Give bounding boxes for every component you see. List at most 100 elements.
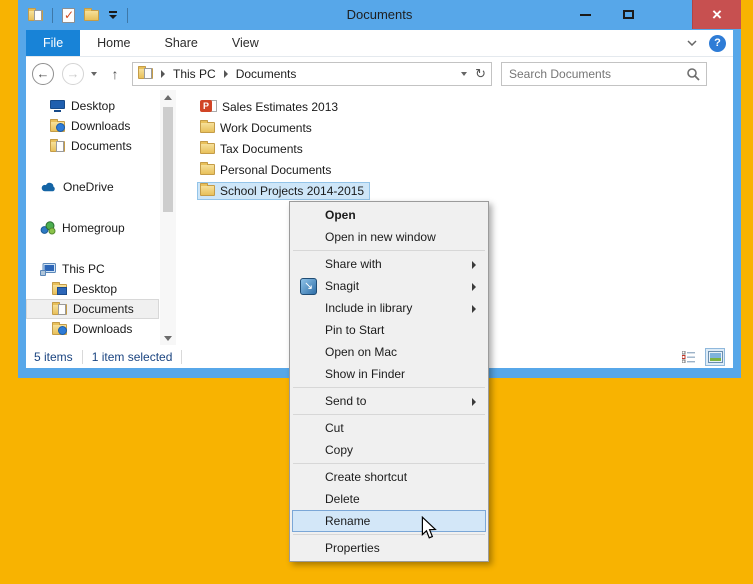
- sidebar-item-homegroup[interactable]: Homegroup: [26, 218, 159, 238]
- sidebar-item-this-pc[interactable]: This PC: [26, 259, 159, 279]
- file-row: Personal Documents: [197, 159, 733, 180]
- folder-school-projects[interactable]: School Projects 2014-2015: [197, 181, 371, 200]
- computer-icon: [40, 262, 56, 276]
- folder-personal-documents[interactable]: Personal Documents: [197, 161, 337, 179]
- folder-document-icon: [52, 301, 67, 315]
- tab-share[interactable]: Share: [148, 30, 215, 56]
- file-row: Work Documents: [197, 117, 733, 138]
- nav-scrollbar[interactable]: [160, 90, 176, 345]
- sidebar-item-pc-downloads[interactable]: Downloads: [26, 319, 159, 339]
- details-view-button[interactable]: [679, 348, 699, 366]
- menu-item-open-on-mac[interactable]: Open on Mac: [292, 341, 486, 363]
- folder-icon: [200, 183, 215, 196]
- breadcrumb-this-pc[interactable]: This PC: [173, 67, 216, 81]
- minimize-button[interactable]: [570, 0, 600, 29]
- menu-item-rename[interactable]: Rename: [292, 510, 486, 532]
- submenu-arrow-icon: [472, 398, 476, 406]
- status-separator: [81, 349, 83, 364]
- ribbon-tabs: File Home Share View ?: [26, 30, 733, 57]
- menu-item-show-in-finder[interactable]: Show in Finder: [292, 363, 486, 385]
- sidebar-item-desktop[interactable]: Desktop: [26, 96, 159, 116]
- folder-icon: [200, 120, 215, 133]
- desktop: ✓ Documents × File Home Share View ? ← →…: [0, 0, 753, 584]
- menu-item-share-with[interactable]: Share with: [292, 253, 486, 275]
- new-folder-icon[interactable]: [84, 7, 99, 21]
- ribbon-expand-icon[interactable]: [687, 40, 697, 46]
- folder-work-documents[interactable]: Work Documents: [197, 119, 318, 137]
- forward-button[interactable]: →: [62, 62, 84, 85]
- submenu-arrow-icon: [472, 261, 476, 269]
- tab-view[interactable]: View: [215, 30, 276, 56]
- properties-icon[interactable]: ✓: [62, 7, 75, 23]
- menu-item-open-new-window[interactable]: Open in new window: [292, 226, 486, 248]
- file-row: School Projects 2014-2015: [197, 180, 733, 201]
- navigation-toolbar: ← → ↑ This PC Documents ↻: [26, 57, 733, 90]
- address-dropdown-icon[interactable]: [461, 71, 468, 76]
- menu-item-create-shortcut[interactable]: Create shortcut: [292, 466, 486, 488]
- search-box[interactable]: [501, 61, 707, 86]
- menu-item-include-in-library[interactable]: Include in library: [292, 297, 486, 319]
- sidebar-item-onedrive[interactable]: OneDrive: [26, 177, 159, 197]
- maximize-button[interactable]: [613, 0, 643, 29]
- tab-home[interactable]: Home: [80, 30, 147, 56]
- breadcrumb-arrow-icon[interactable]: [161, 69, 165, 78]
- minimize-icon: [579, 13, 591, 16]
- sidebar-item-downloads[interactable]: Downloads: [26, 116, 159, 136]
- submenu-arrow-icon: [472, 283, 476, 291]
- menu-separator: [293, 387, 485, 388]
- menu-item-properties[interactable]: Properties: [292, 537, 486, 559]
- menu-separator: [293, 534, 485, 535]
- folder-download-icon: [50, 118, 65, 132]
- quick-access-toolbar: ✓: [28, 0, 128, 30]
- submenu-arrow-icon: [472, 305, 476, 313]
- folder-icon: [200, 162, 215, 175]
- menu-item-copy[interactable]: Copy: [292, 439, 486, 461]
- titlebar[interactable]: ✓ Documents ×: [18, 0, 741, 30]
- sidebar-item-documents[interactable]: Documents: [26, 136, 159, 156]
- tab-file[interactable]: File: [26, 30, 81, 56]
- scroll-up-icon[interactable]: [160, 90, 176, 104]
- back-button[interactable]: ←: [32, 62, 54, 85]
- qat-separator: [52, 7, 53, 23]
- details-view-icon: [682, 350, 695, 363]
- menu-item-open[interactable]: Open: [292, 204, 486, 226]
- snagit-icon: ↘: [300, 278, 317, 295]
- refresh-icon[interactable]: ↻: [475, 66, 486, 82]
- menu-item-send-to[interactable]: Send to: [292, 390, 486, 412]
- address-bar[interactable]: This PC Documents ↻: [132, 61, 492, 86]
- status-separator: [181, 349, 183, 364]
- powerpoint-file-icon: P: [200, 100, 217, 113]
- menu-separator: [293, 414, 485, 415]
- folder-download-icon: [52, 321, 67, 335]
- scrollbar-thumb[interactable]: [163, 107, 173, 212]
- file-row: P Sales Estimates 2013: [197, 96, 733, 117]
- selection-count: 1 item selected: [91, 349, 173, 364]
- search-icon[interactable]: [686, 67, 700, 81]
- sidebar-item-pc-documents[interactable]: Documents: [26, 299, 159, 319]
- onedrive-cloud-icon: [41, 182, 55, 192]
- menu-item-snagit[interactable]: ↘ Snagit: [292, 275, 486, 297]
- qat-separator: [127, 7, 128, 23]
- help-icon[interactable]: ?: [709, 34, 726, 52]
- thumbnail-view-icon: [707, 350, 723, 363]
- sidebar-item-pc-desktop[interactable]: Desktop: [26, 279, 159, 299]
- explorer-app-icon: [28, 7, 43, 21]
- menu-item-delete[interactable]: Delete: [292, 488, 486, 510]
- up-button[interactable]: ↑: [104, 66, 126, 82]
- location-folder-icon: [138, 66, 153, 79]
- recent-locations-icon[interactable]: [91, 71, 97, 76]
- breadcrumb-arrow-icon[interactable]: [223, 69, 228, 78]
- search-input[interactable]: [502, 62, 706, 85]
- menu-separator: [293, 463, 485, 464]
- menu-item-pin-to-start[interactable]: Pin to Start: [292, 319, 486, 341]
- thumbnail-view-button[interactable]: [705, 347, 725, 366]
- folder-icon: [200, 141, 215, 154]
- close-button[interactable]: ×: [692, 0, 741, 29]
- breadcrumb-documents[interactable]: Documents: [236, 67, 297, 81]
- scroll-down-icon[interactable]: [160, 331, 176, 345]
- file-row: Tax Documents: [197, 138, 733, 159]
- folder-tax-documents[interactable]: Tax Documents: [197, 140, 309, 158]
- file-sales-estimates[interactable]: P Sales Estimates 2013: [197, 98, 344, 116]
- qat-customize-icon[interactable]: [108, 11, 118, 19]
- menu-item-cut[interactable]: Cut: [292, 417, 486, 439]
